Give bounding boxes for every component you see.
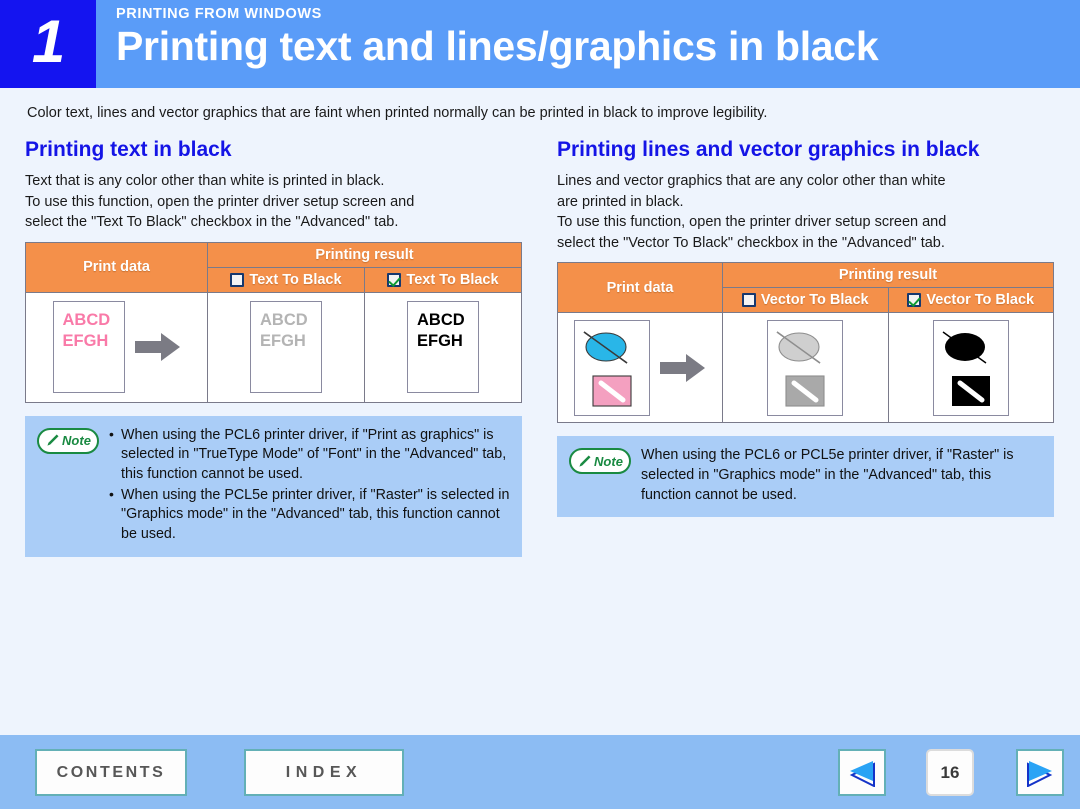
note-item: When using the PCL5e printer driver, if … xyxy=(109,485,510,545)
right-body-line-4: select the "Vector To Black" checkbox in… xyxy=(557,234,945,251)
page-number-display: 16 xyxy=(926,749,974,796)
table-body-row: ABCD EFGH ABCD EFGH ABCD EFGH xyxy=(25,291,522,403)
sheet-print-data: ABCD EFGH xyxy=(52,301,125,394)
sheet-line-1: ABCD xyxy=(417,311,465,330)
checkbox-unchecked-icon[interactable] xyxy=(230,272,245,287)
chapter-number: 1 xyxy=(31,8,65,75)
header-vector-to-black-checked: Vector To Black xyxy=(887,287,1054,314)
sheet-result-checked xyxy=(932,319,1009,416)
left-column: Printing text in black Text that is any … xyxy=(25,138,522,558)
sheet-line-2: EFGH xyxy=(260,331,306,350)
note-item: When using the PCL6 printer driver, if "… xyxy=(109,425,510,485)
right-note-body: When using the PCL6 or PCL5e printer dri… xyxy=(641,447,1014,503)
header-print-data: Print data xyxy=(557,262,723,314)
right-column: Printing lines and vector graphics in bl… xyxy=(557,138,1054,518)
checkbox-unchecked-icon[interactable] xyxy=(741,293,756,308)
previous-page-button[interactable] xyxy=(838,749,886,796)
cell-print-data-sample: ABCD EFGH xyxy=(25,291,208,403)
note-badge: Note xyxy=(37,427,99,454)
contents-button[interactable]: CONTENTS xyxy=(35,749,187,796)
chapter-number-badge: 1 xyxy=(0,0,96,88)
left-note-box: Note When using the PCL6 printer driver,… xyxy=(25,415,522,558)
sheet-line-1: ABCD xyxy=(260,311,308,330)
page-title: Printing text and lines/graphics in blac… xyxy=(116,22,879,69)
table-header-row-1: Print data Printing result xyxy=(25,241,522,293)
sheet-print-data xyxy=(574,319,650,416)
note-badge-label: Note xyxy=(594,453,623,469)
footer-nav-bar: CONTENTS INDEX 16 xyxy=(0,735,1080,809)
sheet-result-checked: ABCD EFGH xyxy=(407,301,479,394)
left-body-line-1: Text that is any color other than white … xyxy=(25,173,385,190)
intro-paragraph: Color text, lines and vector graphics th… xyxy=(27,105,768,121)
left-note-body: When using the PCL6 printer driver, if "… xyxy=(109,425,510,545)
index-button[interactable]: INDEX xyxy=(244,749,404,796)
table-header-row-1: Print data Printing result xyxy=(557,262,1054,314)
arrow-right-icon xyxy=(134,332,181,362)
left-section-title: Printing text in black xyxy=(25,138,232,161)
cell-checked-sample xyxy=(887,312,1054,424)
header-vector-to-black-unchecked: Vector To Black xyxy=(722,287,889,314)
triangle-left-icon xyxy=(849,760,875,787)
header-printing-result: Printing result xyxy=(207,241,522,268)
text-to-black-table: Print data Printing result Text To Black… xyxy=(25,241,522,403)
checkbox-unchecked-label: Text To Black xyxy=(249,271,342,288)
header-kicker: PRINTING FROM WINDOWS xyxy=(116,6,322,22)
pencil-icon xyxy=(47,434,59,446)
header-printing-result: Printing result xyxy=(722,262,1054,289)
left-section-body: Text that is any color other than white … xyxy=(25,171,522,233)
right-body-line-2: are printed in black. xyxy=(557,193,684,210)
header-text-to-black-checked: Text To Black xyxy=(364,266,522,293)
cell-checked-sample: ABCD EFGH xyxy=(364,291,522,403)
cell-unchecked-sample: ABCD EFGH xyxy=(207,291,365,403)
sheet-line-1: ABCD xyxy=(62,311,111,330)
page-header: 1 PRINTING FROM WINDOWS Printing text an… xyxy=(0,0,1080,88)
arrow-right-icon xyxy=(660,353,706,383)
left-body-line-3: select the "Text To Black" checkbox in t… xyxy=(25,214,399,231)
vector-to-black-table: Print data Printing result Vector To Bla… xyxy=(557,262,1054,424)
checkbox-checked-label: Vector To Black xyxy=(926,292,1035,309)
right-section-body: Lines and vector graphics that are any c… xyxy=(557,171,1054,253)
note-badge-label: Note xyxy=(62,433,91,449)
sheet-result-unchecked xyxy=(767,319,844,416)
right-body-line-1: Lines and vector graphics that are any c… xyxy=(557,173,946,190)
pencil-icon xyxy=(579,455,591,467)
left-body-line-2: To use this function, open the printer d… xyxy=(25,193,415,210)
next-page-button[interactable] xyxy=(1016,749,1064,796)
right-body-line-3: To use this function, open the printer d… xyxy=(557,214,947,231)
note-badge: Note xyxy=(569,448,631,475)
table-body-row xyxy=(557,312,1054,424)
header-print-data: Print data xyxy=(25,241,208,293)
cell-print-data-sample xyxy=(557,312,723,424)
header-text-group: PRINTING FROM WINDOWS Printing text and … xyxy=(96,0,1080,88)
checkbox-checked-icon[interactable] xyxy=(907,293,922,308)
right-section-title: Printing lines and vector graphics in bl… xyxy=(557,138,980,161)
checkbox-checked-icon[interactable] xyxy=(387,272,402,287)
sheet-result-unchecked: ABCD EFGH xyxy=(250,301,322,394)
sheet-line-2: EFGH xyxy=(417,331,463,350)
checkbox-checked-label: Text To Black xyxy=(406,271,499,288)
checkbox-unchecked-label: Vector To Black xyxy=(760,292,869,309)
header-text-to-black-unchecked: Text To Black xyxy=(207,266,365,293)
sheet-line-2: EFGH xyxy=(62,331,109,350)
cell-unchecked-sample xyxy=(722,312,889,424)
right-note-box: Note When using the PCL6 or PCL5e printe… xyxy=(557,436,1054,518)
triangle-right-icon xyxy=(1027,760,1053,787)
